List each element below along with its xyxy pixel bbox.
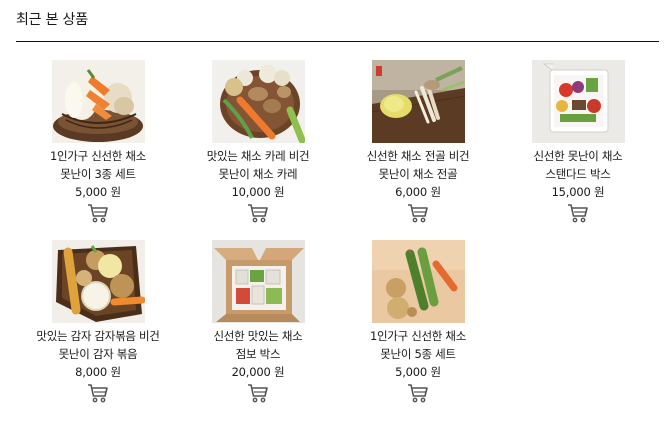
add-to-cart-button[interactable]: [246, 382, 270, 404]
product-name-line2[interactable]: 못난이 채소 카레: [219, 165, 298, 183]
product-name-line2[interactable]: 점보 박스: [236, 345, 281, 363]
product-card[interactable]: 신선한 못난이 채소 스탠다드 박스 15,000 원: [498, 60, 658, 240]
product-card[interactable]: 신선한 맛있는 채소 점보 박스 20,000 원: [178, 240, 338, 420]
product-image-hotpot-veg[interactable]: [371, 60, 465, 143]
product-name-line2[interactable]: 스탠다드 박스: [545, 165, 610, 183]
product-card[interactable]: 1인가구 신선한 채소 못난이 3종 세트 5,000 원: [18, 60, 178, 240]
product-card[interactable]: 맛있는 감자 감자볶음 비건 못난이 감자 볶음 8,000 원: [18, 240, 178, 420]
product-price: 5,000 원: [395, 365, 441, 379]
add-to-cart-button[interactable]: [566, 202, 590, 224]
product-card[interactable]: 신선한 채소 전골 비건 못난이 채소 전골 6,000 원: [338, 60, 498, 240]
product-image-jumbo-box[interactable]: [211, 240, 305, 323]
shopping-cart-icon: [88, 384, 108, 403]
add-to-cart-button[interactable]: [246, 202, 270, 224]
add-to-cart-button[interactable]: [406, 382, 430, 404]
product-image-standard-box[interactable]: [531, 60, 625, 143]
product-grid: 1인가구 신선한 채소 못난이 3종 세트 5,000 원 맛있는 채소 카레 …: [18, 60, 658, 420]
product-card[interactable]: 맛있는 채소 카레 비건 못난이 채소 카레 10,000 원: [178, 60, 338, 240]
recent-products-page: 최근 본 상품 1인가구 신선한 채소 못난이 3종 세트 5,000 원 맛있…: [0, 0, 665, 431]
add-to-cart-button[interactable]: [86, 202, 110, 224]
product-name-line2[interactable]: 못난이 3종 세트: [60, 165, 136, 183]
product-price: 10,000 원: [231, 185, 285, 199]
product-image-curry-veg[interactable]: [211, 60, 305, 143]
shopping-cart-icon: [248, 384, 268, 403]
product-name-line1[interactable]: 맛있는 감자 감자볶음 비건: [36, 327, 159, 345]
product-name-line1[interactable]: 신선한 맛있는 채소: [214, 327, 303, 345]
shopping-cart-icon: [248, 204, 268, 223]
section-divider: [16, 41, 659, 42]
product-price: 15,000 원: [551, 185, 605, 199]
shopping-cart-icon: [568, 204, 588, 223]
product-price: 20,000 원: [231, 365, 285, 379]
product-name-line1[interactable]: 신선한 채소 전골 비건: [367, 147, 470, 165]
product-name-line1[interactable]: 맛있는 채소 카레 비건: [207, 147, 310, 165]
shopping-cart-icon: [88, 204, 108, 223]
product-image-potato-basket[interactable]: [51, 240, 145, 323]
product-name-line1[interactable]: 1인가구 신선한 채소: [50, 147, 146, 165]
product-name-line1[interactable]: 신선한 못난이 채소: [534, 147, 623, 165]
add-to-cart-button[interactable]: [406, 202, 430, 224]
product-name-line2[interactable]: 못난이 5종 세트: [380, 345, 456, 363]
shopping-cart-icon: [408, 384, 428, 403]
shopping-cart-icon: [408, 204, 428, 223]
product-name-line1[interactable]: 1인가구 신선한 채소: [370, 327, 466, 345]
product-card[interactable]: 1인가구 신선한 채소 못난이 5종 세트 5,000 원: [338, 240, 498, 420]
product-image-basket[interactable]: [51, 60, 145, 143]
product-price: 8,000 원: [75, 365, 121, 379]
product-name-line2[interactable]: 못난이 채소 전골: [379, 165, 458, 183]
product-price: 6,000 원: [395, 185, 441, 199]
product-name-line2[interactable]: 못난이 감자 볶음: [59, 345, 138, 363]
add-to-cart-button[interactable]: [86, 382, 110, 404]
product-price: 5,000 원: [75, 185, 121, 199]
section-title: 최근 본 상품: [16, 12, 88, 28]
product-image-5-set[interactable]: [371, 240, 465, 323]
